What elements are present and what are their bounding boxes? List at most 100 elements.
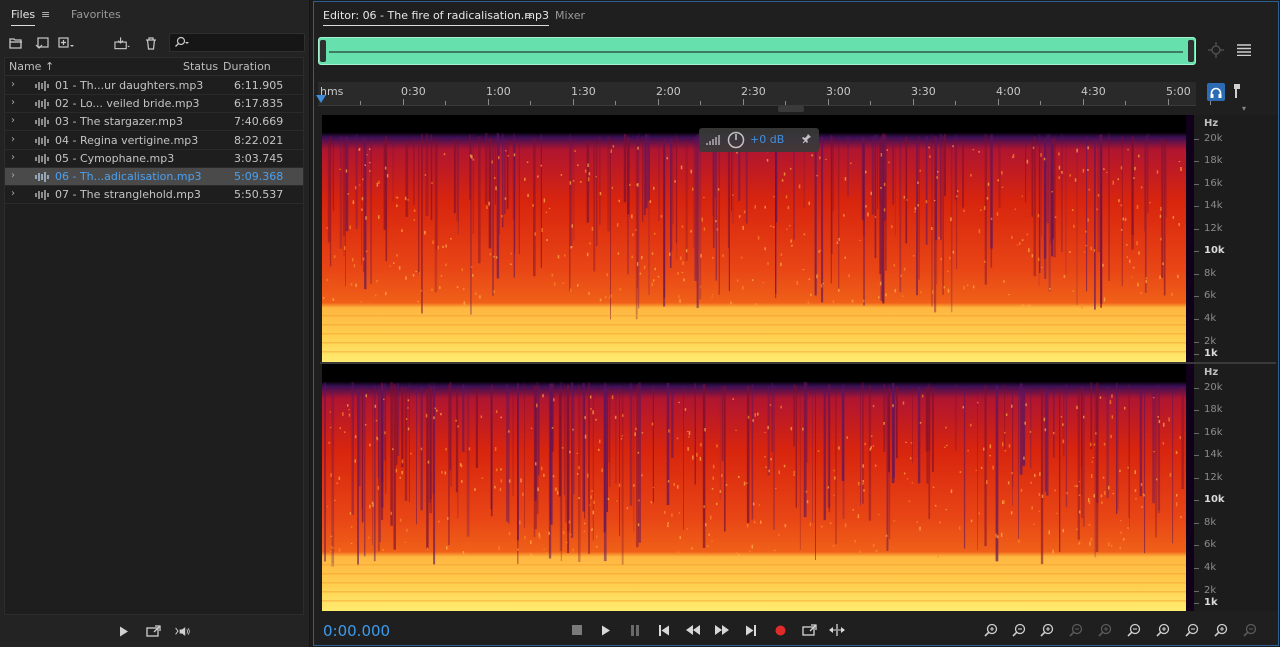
spectrogram-streak [565,388,567,523]
spectrogram-speckle [716,228,718,231]
spectrogram-speckle [1104,491,1106,495]
rewind-icon[interactable] [684,622,702,638]
spectrogram-streak [1106,386,1109,499]
zoom-frequency-icon[interactable] [1241,622,1259,638]
zoom-in-amplitude-icon[interactable] [982,622,1000,638]
current-time-readout[interactable]: 0:00.000 [323,622,390,640]
frequency-scale-left[interactable]: Hz 20k 18k 16k 14k 12k 10k 8k 6k 4k 2k 1k [1194,115,1278,362]
spectrogram-speckle [500,416,502,419]
chevron-right-icon[interactable]: › [11,152,15,163]
spectrogram-speckle [764,456,766,458]
trash-icon[interactable] [143,35,159,51]
file-row[interactable]: › 01 - Th...ur daughters.mp3 6:11.905 [5,77,303,95]
preview-play-icon[interactable] [116,623,132,639]
new-file-icon[interactable] [58,35,74,51]
spectrogram-streak [1086,135,1088,292]
volume-knob-icon[interactable] [727,131,745,152]
zoom-reset-icon[interactable] [1212,622,1230,638]
file-row[interactable]: › 04 - Regina vertigine.mp3 8:22.021 [5,132,303,150]
file-row[interactable]: › 06 - Th...adicalisation.mp3 5:09.368 [5,168,303,186]
chevron-right-icon[interactable]: › [11,115,15,126]
preview-loop-icon[interactable] [145,623,161,639]
zoom-in-right-icon[interactable] [1154,622,1172,638]
zoom-out-amplitude-icon[interactable] [1010,622,1028,638]
spectrogram-streak [793,141,795,240]
column-duration[interactable]: Duration [223,60,271,73]
spectrogram-streak [1181,386,1184,490]
hz-tick [1194,410,1199,411]
tab-editor[interactable]: Editor: 06 - The fire of radicalisation.… [323,9,549,26]
show-hide-tracks-icon[interactable] [1236,42,1252,58]
zoom-selection-icon[interactable] [1183,622,1201,638]
loop-icon[interactable] [800,622,818,638]
stop-icon[interactable] [568,622,586,638]
skip-selection-icon[interactable] [828,622,846,638]
file-row[interactable]: › 05 - Cymophane.mp3 3:03.745 [5,150,303,168]
go-to-start-icon[interactable] [655,622,673,638]
spectrogram-speckle [495,410,498,413]
frequency-scale-right[interactable]: Hz 20k 18k 16k 14k 12k 10k 8k 6k 4k 2k 1k [1194,364,1278,611]
spectrogram-speckle [1118,199,1120,203]
column-name[interactable]: Name ↑ [9,60,54,73]
spectrogram-speckle [1021,195,1023,197]
spectrogram-speckle [577,164,579,167]
tab-favorites[interactable]: Favorites [71,8,121,21]
insert-into-multitrack-icon[interactable] [114,35,130,51]
play-icon[interactable] [597,622,615,638]
preview-autoplay-icon[interactable] [174,623,190,639]
spectrogram-streak [899,137,902,292]
headphones-icon[interactable] [1207,83,1225,101]
tab-mixer[interactable]: Mixer [555,9,585,22]
spectrogram-speckle [1088,188,1090,191]
files-toolbar [0,31,310,55]
tab-files[interactable]: Files [11,8,36,26]
spectrogram-speckle [620,438,623,440]
zoom-in-left-icon[interactable] [1125,622,1143,638]
spectrogram-speckle [377,486,380,490]
spectrogram-channel-right[interactable] [322,364,1194,611]
pause-icon[interactable] [626,622,644,638]
spectrogram-speckle [404,196,407,201]
spectrogram-speckle [1007,481,1010,485]
spectrogram-speckle [1041,266,1043,269]
spectrogram-speckle [1081,304,1083,309]
vertical-resize-grip[interactable] [778,106,804,112]
column-status[interactable]: Status [183,60,218,73]
hamburger-menu-icon[interactable]: ≡ [41,8,50,21]
spectrogram-speckle [418,272,421,275]
time-ruler[interactable]: hms 0:30 1:00 1:30 2:00 2:30 3:00 3:30 4:00 4:30 5… [316,82,1211,106]
spectrogram-streak [1129,388,1130,529]
overview-right-handle[interactable] [1188,40,1194,62]
fast-forward-icon[interactable] [713,622,731,638]
import-icon[interactable] [34,35,50,51]
spectrogram-speckle [424,174,427,176]
zoom-out-time-icon[interactable] [1067,622,1085,638]
zoom-out-full-icon[interactable] [1096,622,1114,638]
spectrogram-speckle [583,530,586,533]
editor-menu-icon[interactable]: ≡ [524,9,533,22]
chevron-right-icon[interactable]: › [11,134,15,145]
spectrogram-streak [1172,387,1174,544]
pin-hud-icon[interactable] [802,133,812,147]
record-icon[interactable] [771,622,789,638]
spectrogram-speckle [651,422,654,426]
file-row[interactable]: › 03 - The stargazer.mp3 7:40.669 [5,113,303,132]
overview-waveform[interactable] [318,37,1196,65]
spectrogram-channel-left[interactable] [322,115,1194,362]
chevron-down-icon[interactable]: ▾ [1242,105,1250,113]
file-row[interactable]: › 07 - The stranglehold.mp3 5:50.537 [5,186,303,205]
search-input[interactable] [169,33,305,52]
spectrogram-speckle [481,477,483,479]
crosshair-icon[interactable] [1208,42,1224,58]
spectrogram-speckle [1087,146,1089,150]
zoom-in-time-icon[interactable] [1038,622,1056,638]
open-folder-icon[interactable] [8,35,24,51]
file-row[interactable]: › 02 - Lo... veiled bride.mp3 6:17.835 [5,95,303,114]
chevron-right-icon[interactable]: › [11,97,15,108]
chevron-right-icon[interactable]: › [11,79,15,90]
overview-left-handle[interactable] [320,40,326,62]
marker-pin-icon[interactable] [1229,83,1245,99]
chevron-right-icon[interactable]: › [11,188,15,199]
go-to-end-icon[interactable] [742,622,760,638]
chevron-right-icon[interactable]: › [11,170,15,181]
